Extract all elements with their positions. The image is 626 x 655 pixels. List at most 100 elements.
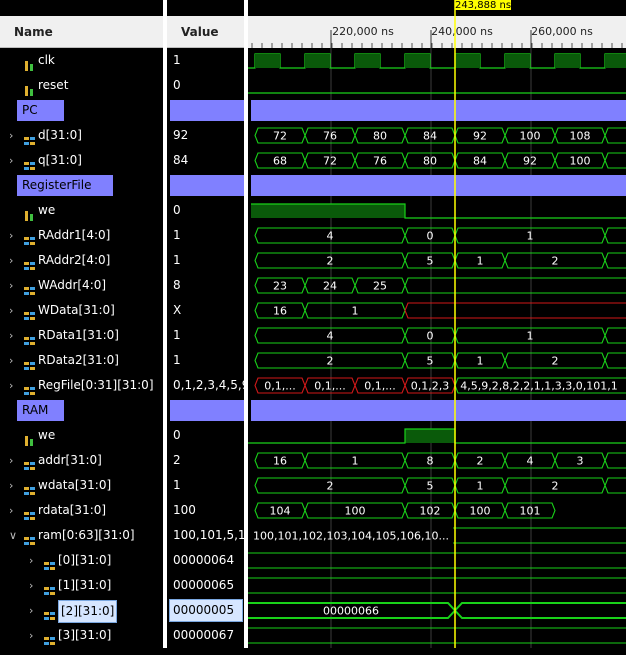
chevron-right-icon[interactable]: › bbox=[9, 473, 13, 498]
value-cell bbox=[167, 98, 244, 123]
signal-name: wdata[31:0] bbox=[38, 478, 112, 492]
value-cell: 00000064 bbox=[167, 548, 244, 573]
signal-name: d[31:0] bbox=[38, 128, 82, 142]
value-header[interactable]: Value bbox=[167, 16, 244, 48]
divider-row[interactable]: RegisterFile bbox=[0, 173, 163, 198]
bus-icon bbox=[24, 130, 35, 145]
group-divider-label: PC bbox=[17, 100, 64, 121]
signal-value: 00000005 bbox=[169, 599, 243, 622]
signal-row[interactable]: › wdata[31:0] bbox=[0, 473, 163, 498]
bus-value-label: 80 bbox=[423, 155, 437, 168]
chevron-right-icon[interactable]: › bbox=[9, 448, 13, 473]
bus-value-label: 24 bbox=[323, 280, 337, 293]
signal-row[interactable]: › RAddr1[4:0] bbox=[0, 223, 163, 248]
signal-row[interactable]: › d[31:0] bbox=[0, 123, 163, 148]
signal-row[interactable]: we bbox=[0, 198, 163, 223]
signal-row[interactable]: › RData2[31:0] bbox=[0, 348, 163, 373]
signal-row[interactable]: › WData[31:0] bbox=[0, 298, 163, 323]
bus-value-label: 0,1,2,3 bbox=[411, 380, 449, 393]
divider-row[interactable]: RAM bbox=[0, 398, 163, 423]
signal-value: 00000067 bbox=[173, 628, 235, 642]
signal-row[interactable]: we bbox=[0, 423, 163, 448]
value-cell: 00000065 bbox=[167, 573, 244, 598]
chevron-right-icon[interactable]: › bbox=[9, 373, 13, 398]
time-tick-label: 240,000 ns bbox=[431, 25, 493, 38]
signal-value: 1 bbox=[173, 253, 181, 267]
signal-row[interactable]: › RData1[31:0] bbox=[0, 323, 163, 348]
bus-value-label: 92 bbox=[523, 155, 537, 168]
we-high-fill bbox=[251, 204, 405, 218]
signal-row[interactable]: ∨ ram[0:63][31:0] bbox=[0, 523, 163, 548]
signal-row[interactable]: › [3][31:0] bbox=[0, 623, 163, 648]
signal-row[interactable]: › [1][31:0] bbox=[0, 573, 163, 598]
chevron-right-icon[interactable]: › bbox=[9, 498, 13, 523]
signal-row[interactable]: › RAddr2[4:0] bbox=[0, 248, 163, 273]
signal-icon bbox=[24, 55, 34, 71]
signal-name: [3][31:0] bbox=[58, 628, 112, 642]
chevron-right-icon[interactable]: › bbox=[9, 273, 13, 298]
signal-value: 1 bbox=[173, 328, 181, 342]
bus-value-label: 104 bbox=[270, 505, 291, 518]
bus-icon bbox=[24, 455, 35, 470]
signal-name: reset bbox=[38, 78, 69, 92]
divider-bar bbox=[251, 100, 626, 121]
chevron-right-icon[interactable]: › bbox=[29, 548, 33, 573]
chevron-right-icon[interactable]: › bbox=[9, 123, 13, 148]
bus-segment-selected bbox=[453, 602, 626, 619]
signal-value: 100,101,5,10 bbox=[173, 528, 244, 542]
signal-name: RData1[31:0] bbox=[38, 328, 119, 342]
bus-value-label: 0,1,... bbox=[264, 380, 295, 393]
chevron-right-icon[interactable]: › bbox=[29, 598, 33, 623]
signal-row[interactable]: › RegFile[0:31][31:0] bbox=[0, 373, 163, 398]
bus-value-label: 2 bbox=[552, 355, 559, 368]
chevron-right-icon[interactable]: › bbox=[29, 573, 33, 598]
bus-value-label: 16 bbox=[273, 305, 287, 318]
bus-value-label: 100 bbox=[470, 505, 491, 518]
signal-row[interactable]: › [0][31:0] bbox=[0, 548, 163, 573]
signal-name: rdata[31:0] bbox=[38, 503, 107, 517]
signal-row[interactable]: › addr[31:0] bbox=[0, 448, 163, 473]
signal-icon bbox=[24, 430, 34, 446]
ram-we-high-fill bbox=[405, 429, 455, 443]
name-header[interactable]: Name bbox=[0, 16, 163, 48]
group-divider-label: RegisterFile bbox=[17, 175, 113, 196]
bus-value-label: 4,5,9,2,8,2,2,1,1,3,3,0,101,1 bbox=[460, 380, 617, 393]
signal-name: RAddr2[4:0] bbox=[38, 253, 111, 267]
signal-name: [2][31:0] bbox=[58, 600, 118, 623]
value-cell: 100,101,5,10 bbox=[167, 523, 244, 548]
signal-row[interactable]: clk bbox=[0, 48, 163, 73]
bus-segment bbox=[604, 452, 626, 469]
chevron-right-icon[interactable]: › bbox=[9, 323, 13, 348]
waveform-pane[interactable]: 220,000 ns 240,000 ns 260,000 ns 72 76 80 84 92… bbox=[248, 0, 626, 648]
signal-value: 84 bbox=[173, 153, 189, 167]
chevron-right-icon[interactable]: › bbox=[9, 348, 13, 373]
signal-row[interactable]: › rdata[31:0] bbox=[0, 498, 163, 523]
chevron-right-icon[interactable]: › bbox=[9, 223, 13, 248]
divider-value-bar bbox=[170, 100, 244, 121]
chevron-right-icon[interactable]: › bbox=[9, 148, 13, 173]
value-cell: 2 bbox=[167, 448, 244, 473]
clk-high-fill bbox=[605, 54, 626, 68]
waveform-canvas[interactable]: 220,000 ns 240,000 ns 260,000 ns72 76 80 84 92… bbox=[248, 0, 626, 648]
signal-value: 92 bbox=[173, 128, 189, 142]
value-cell: 1 bbox=[167, 323, 244, 348]
chevron-down-icon[interactable]: ∨ bbox=[9, 523, 17, 548]
chevron-right-icon[interactable]: › bbox=[29, 623, 33, 648]
signal-name: [1][31:0] bbox=[58, 578, 112, 592]
bus-value-label: 100 bbox=[520, 130, 541, 143]
signal-row[interactable]: › q[31:0] bbox=[0, 148, 163, 173]
bus-icon bbox=[44, 555, 55, 570]
value-cell: 1 bbox=[167, 48, 244, 73]
bus-icon bbox=[24, 380, 35, 395]
chevron-right-icon[interactable]: › bbox=[9, 248, 13, 273]
divider-row[interactable]: PC bbox=[0, 98, 163, 123]
signal-row[interactable]: › [2][31:0] bbox=[0, 598, 163, 623]
bus-segment bbox=[404, 302, 626, 319]
signal-row[interactable]: › WAddr[4:0] bbox=[0, 273, 163, 298]
value-cell: 1 bbox=[167, 348, 244, 373]
signal-icon bbox=[24, 205, 34, 221]
signal-row[interactable]: reset bbox=[0, 73, 163, 98]
signal-value: 0 bbox=[173, 428, 181, 442]
value-cell: 92 bbox=[167, 123, 244, 148]
chevron-right-icon[interactable]: › bbox=[9, 298, 13, 323]
